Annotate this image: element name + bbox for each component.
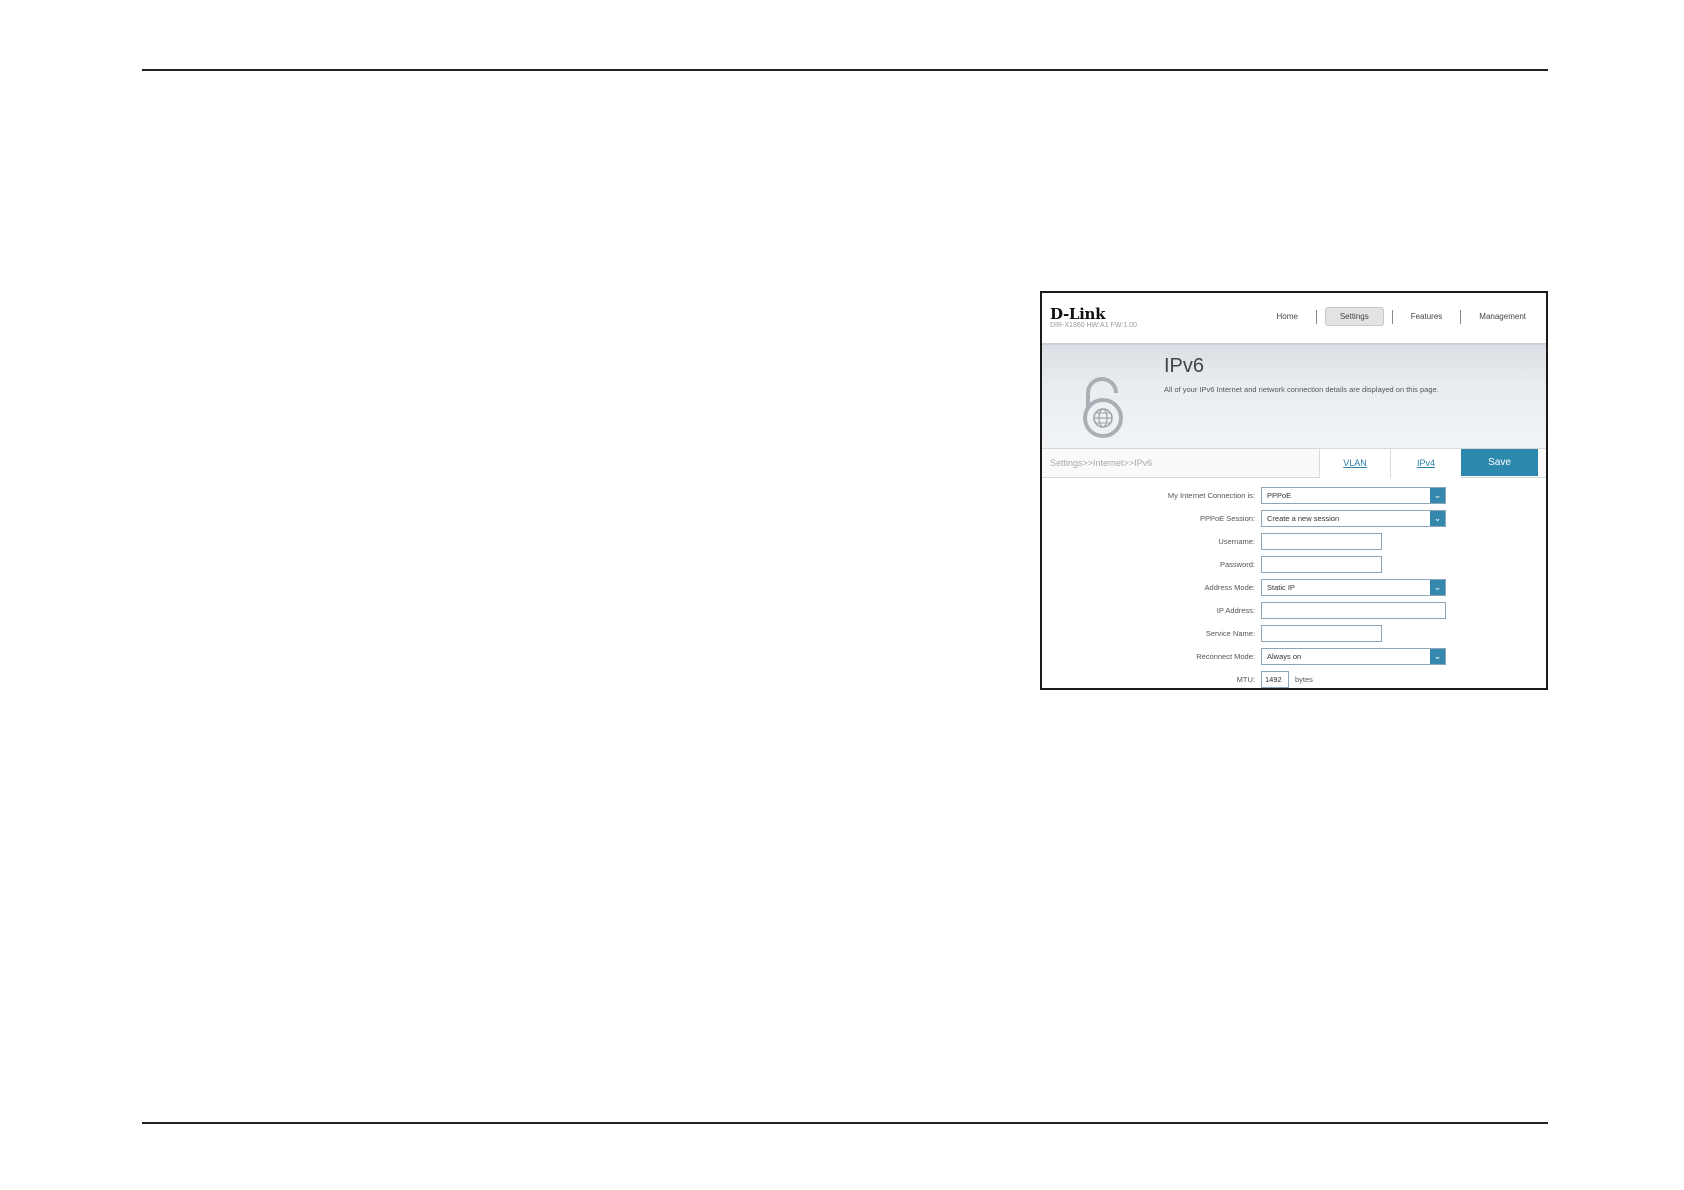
mtu-field[interactable]: 1492 — [1261, 671, 1289, 688]
form-row-service-name: Service Name: — [1042, 625, 1546, 643]
top-rule — [142, 69, 1548, 71]
top-bar: D-Link DIR-X1860 HW:A1 FW:1.00 Home Sett… — [1042, 293, 1546, 343]
mtu-label: MTU: — [1236, 675, 1255, 684]
breadcrumb: Settings>>Internet>>IPv6 — [1050, 458, 1153, 468]
page-description: All of your IPv6 Internet and network co… — [1164, 385, 1439, 394]
nav-divider — [1315, 309, 1317, 324]
service-name-label: Service Name: — [1205, 629, 1255, 638]
chevron-down-icon: ⌄ — [1430, 580, 1445, 595]
main-nav: Home Settings Features Management — [1266, 307, 1536, 326]
password-label: Password: — [1219, 560, 1255, 569]
ipv4-link[interactable]: IPv4 — [1390, 449, 1461, 478]
form-row-password: Password: — [1042, 556, 1546, 574]
form-row-ip-address: IP Address: — [1042, 602, 1546, 620]
address-mode-label: Address Mode: — [1204, 583, 1255, 592]
dlink-logo: D-Link — [1050, 305, 1106, 323]
address-mode-select[interactable]: Static IP ⌄ — [1261, 579, 1446, 596]
nav-management[interactable]: Management — [1469, 308, 1536, 325]
nav-divider — [1391, 309, 1393, 324]
password-field[interactable] — [1261, 556, 1382, 573]
ip-address-field[interactable] — [1261, 602, 1446, 619]
username-label: Username: — [1218, 537, 1255, 546]
save-button[interactable]: Save — [1461, 449, 1538, 476]
model-info: DIR-X1860 HW:A1 FW:1.00 — [1050, 322, 1137, 329]
nav-home[interactable]: Home — [1266, 308, 1307, 325]
page-banner: IPv6 All of your IPv6 Internet and netwo… — [1042, 343, 1546, 448]
connection-label: My Internet Connection is: — [1167, 491, 1255, 500]
service-name-field[interactable] — [1261, 625, 1382, 642]
session-label: PPPoE Session: — [1199, 514, 1255, 523]
nav-settings[interactable]: Settings — [1324, 307, 1384, 326]
username-field[interactable] — [1261, 533, 1382, 550]
connection-value: PPPoE — [1267, 491, 1292, 500]
reconnect-mode-value: Always on — [1267, 652, 1302, 661]
address-mode-value: Static IP — [1267, 583, 1295, 592]
nav-divider — [1460, 309, 1462, 324]
nav-features[interactable]: Features — [1401, 308, 1453, 325]
router-ui-screenshot: D-Link DIR-X1860 HW:A1 FW:1.00 Home Sett… — [1040, 291, 1548, 690]
connection-select[interactable]: PPPoE ⌄ — [1261, 487, 1446, 504]
vlan-link[interactable]: VLAN — [1319, 449, 1390, 478]
mtu-unit: bytes — [1295, 675, 1313, 684]
reconnect-mode-label: Reconnect Mode: — [1196, 652, 1255, 661]
lock-globe-icon — [1083, 377, 1123, 438]
action-row: Settings>>Internet>>IPv6 VLAN IPv4 Save — [1042, 448, 1546, 478]
page-title: IPv6 — [1164, 355, 1205, 377]
session-value: Create a new session — [1267, 514, 1340, 523]
form-row-session: PPPoE Session: Create a new session ⌄ — [1042, 510, 1546, 528]
chevron-down-icon: ⌄ — [1430, 511, 1445, 526]
form-row-connection: My Internet Connection is: PPPoE ⌄ — [1042, 487, 1546, 505]
form-row-reconnect-mode: Reconnect Mode: Always on ⌄ — [1042, 648, 1546, 666]
ip-address-label: IP Address: — [1216, 606, 1255, 615]
session-select[interactable]: Create a new session ⌄ — [1261, 510, 1446, 527]
form-row-address-mode: Address Mode: Static IP ⌄ — [1042, 579, 1546, 597]
form-row-mtu: MTU: 1492 bytes — [1042, 671, 1546, 688]
reconnect-mode-select[interactable]: Always on ⌄ — [1261, 648, 1446, 665]
form-row-username: Username: — [1042, 533, 1546, 551]
chevron-down-icon: ⌄ — [1430, 649, 1445, 664]
chevron-down-icon: ⌄ — [1430, 488, 1445, 503]
bottom-rule — [142, 1122, 1548, 1124]
